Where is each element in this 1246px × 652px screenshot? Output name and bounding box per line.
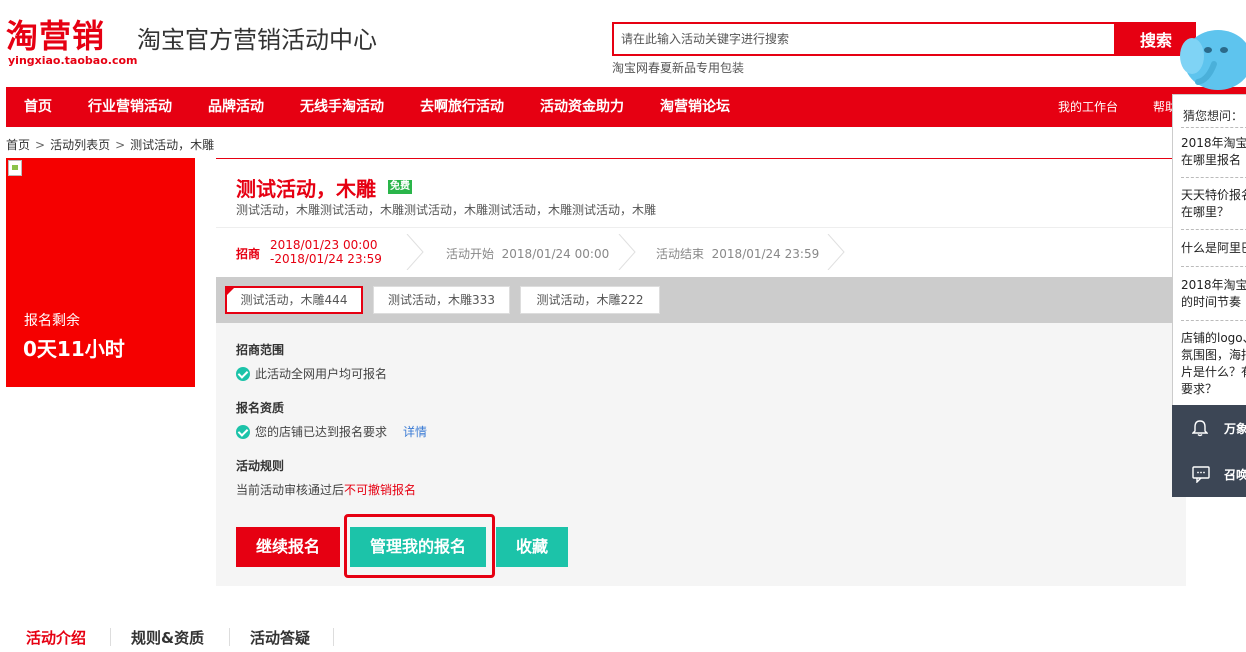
title-divider: [216, 158, 1186, 159]
site-title: 淘宝官方营销活动中心: [137, 26, 377, 54]
breadcrumb-separator: >: [35, 138, 46, 152]
nav-item-industry[interactable]: 行业营销活动: [88, 87, 172, 127]
step-recruit-start: 2018/01/23 00:00: [270, 238, 378, 252]
site-logo-url: yingxiao.taobao.com: [8, 54, 138, 67]
step-recruit-label: 招商: [236, 247, 261, 261]
qualification-text: 您的店铺已达到报名要求: [255, 425, 388, 439]
countdown-value: 0天11小时: [23, 337, 125, 361]
free-badge: 免费: [388, 180, 412, 194]
step-arrow-icon: [618, 234, 636, 270]
assistant-bar-chat-label: 召唤: [1224, 468, 1246, 482]
broken-image-icon: [8, 160, 22, 176]
breadcrumb-separator: >: [115, 138, 126, 152]
manage-signup-button[interactable]: 管理我的报名: [350, 527, 486, 567]
search-hint-link[interactable]: 淘宝网春夏新品专用包装: [612, 59, 744, 76]
session-detail-panel: 招商范围 此活动全网用户均可报名 报名资质 您的店铺已达到报名要求 详情 活动规则…: [216, 323, 1186, 586]
step-end: 活动结束 2018/01/24 23:59: [656, 245, 819, 262]
rules-title: 活动规则: [236, 459, 285, 473]
step-recruit-value: 2018/01/23 00:00 -2018/01/24 23:59: [270, 238, 382, 266]
faq-item[interactable]: 天天特价报名在哪里？: [1181, 187, 1246, 221]
countdown-panel: 报名剩余 0天11小时: [6, 158, 195, 387]
faq-divider: [1181, 266, 1246, 267]
faq-suggestion-panel: 猜您想问： 2018年淘宝节在哪里报名 天天特价报名在哪里？ 什么是阿里巴 20…: [1172, 94, 1246, 406]
search-box: [612, 22, 1116, 56]
breadcrumb-list[interactable]: 活动列表页: [50, 138, 110, 152]
bell-icon: [1192, 420, 1208, 437]
continue-signup-button[interactable]: 继续报名: [236, 527, 340, 567]
faq-divider: [1181, 320, 1246, 321]
step-end-label: 活动结束: [656, 247, 705, 261]
rules-text: 当前活动审核通过后: [236, 483, 345, 497]
tab-divider: [110, 628, 111, 646]
faq-heading: 猜您想问：: [1183, 109, 1244, 123]
favorite-button[interactable]: 收藏: [496, 527, 568, 567]
faq-item[interactable]: 什么是阿里巴: [1181, 240, 1246, 257]
nav-item-travel[interactable]: 去啊旅行活动: [420, 87, 504, 127]
qualification-detail-link[interactable]: 详情: [403, 423, 427, 440]
assistant-bar-notify-label: 万象: [1224, 422, 1246, 436]
tab-session-444[interactable]: 测试活动，木雕444: [225, 286, 363, 314]
tab-activity-qa[interactable]: 活动答疑: [250, 627, 310, 648]
tab-activity-intro[interactable]: 活动介绍: [26, 627, 86, 648]
assistant-bar-notify[interactable]: 万象: [1172, 405, 1246, 451]
countdown-label: 报名剩余: [24, 313, 80, 329]
chat-icon: [1192, 466, 1210, 483]
tab-session-222[interactable]: 测试活动，木雕222: [520, 286, 660, 314]
faq-item[interactable]: 2018年淘宝节在哪里报名: [1181, 135, 1246, 169]
step-start-label: 活动开始: [446, 247, 495, 261]
nav-item-funding[interactable]: 活动资金助力: [540, 87, 624, 127]
tab-rules-qualification[interactable]: 规则&资质: [131, 627, 204, 648]
nav-item-workbench[interactable]: 我的工作台: [1058, 87, 1118, 127]
activity-description: 测试活动，木雕测试活动，木雕测试活动，木雕测试活动，木雕测试活动，木雕: [236, 203, 657, 217]
qualification-row: 您的店铺已达到报名要求 详情: [236, 423, 427, 440]
breadcrumb: 首页 > 活动列表页 > 测试活动，木雕: [6, 136, 214, 153]
tab-session-333[interactable]: 测试活动，木雕333: [373, 286, 510, 314]
step-recruit-end: -2018/01/24 23:59: [270, 252, 382, 266]
faq-item[interactable]: 2018年淘宝节的时间节奏: [1181, 277, 1246, 311]
faq-divider: [1181, 229, 1246, 230]
tab-divider: [333, 628, 334, 646]
step-arrow-icon: [827, 234, 845, 270]
step-start-value: 2018/01/24 00:00: [501, 247, 610, 261]
info-divider: [216, 227, 1186, 228]
main-nav: 首页 行业营销活动 品牌活动 无线手淘活动 去啊旅行活动 活动资金助力 淘营销论…: [6, 87, 1246, 127]
check-circle-icon: [236, 424, 250, 439]
faq-item[interactable]: 店铺的logo、氛围图，海报片是什么？有要求？: [1181, 330, 1246, 398]
scope-title: 招商范围: [236, 343, 285, 357]
assistant-mascot-icon[interactable]: [1178, 20, 1246, 98]
site-logo[interactable]: 淘营销: [6, 20, 105, 52]
rules-warning: 不可撤销报名: [344, 483, 417, 497]
session-tab-bar: 测试活动，木雕444 测试活动，木雕333 测试活动，木雕222: [216, 277, 1186, 323]
qualification-title: 报名资质: [236, 401, 285, 415]
breadcrumb-current: 测试活动，木雕: [130, 138, 215, 152]
scope-text: 此活动全网用户均可报名: [255, 367, 388, 381]
step-start: 活动开始 2018/01/24 00:00: [446, 245, 609, 262]
check-circle-icon: [236, 366, 250, 381]
step-arrow-icon: [406, 234, 424, 270]
step-end-value: 2018/01/24 23:59: [711, 247, 820, 261]
nav-item-brand[interactable]: 品牌活动: [208, 87, 264, 127]
activity-title: 测试活动，木雕: [236, 177, 376, 201]
rules-row: 当前活动审核通过后 不可撤销报名: [236, 481, 416, 498]
faq-divider: [1181, 127, 1246, 128]
scope-row: 此活动全网用户均可报名: [236, 365, 387, 382]
tab-divider: [229, 628, 230, 646]
nav-item-mobile[interactable]: 无线手淘活动: [300, 87, 384, 127]
faq-divider: [1181, 177, 1246, 178]
nav-item-forum[interactable]: 淘营销论坛: [660, 87, 730, 127]
nav-item-home[interactable]: 首页: [24, 87, 52, 127]
search-input[interactable]: [614, 24, 1114, 54]
assistant-bar-chat[interactable]: 召唤: [1172, 451, 1246, 497]
breadcrumb-home[interactable]: 首页: [6, 138, 30, 152]
